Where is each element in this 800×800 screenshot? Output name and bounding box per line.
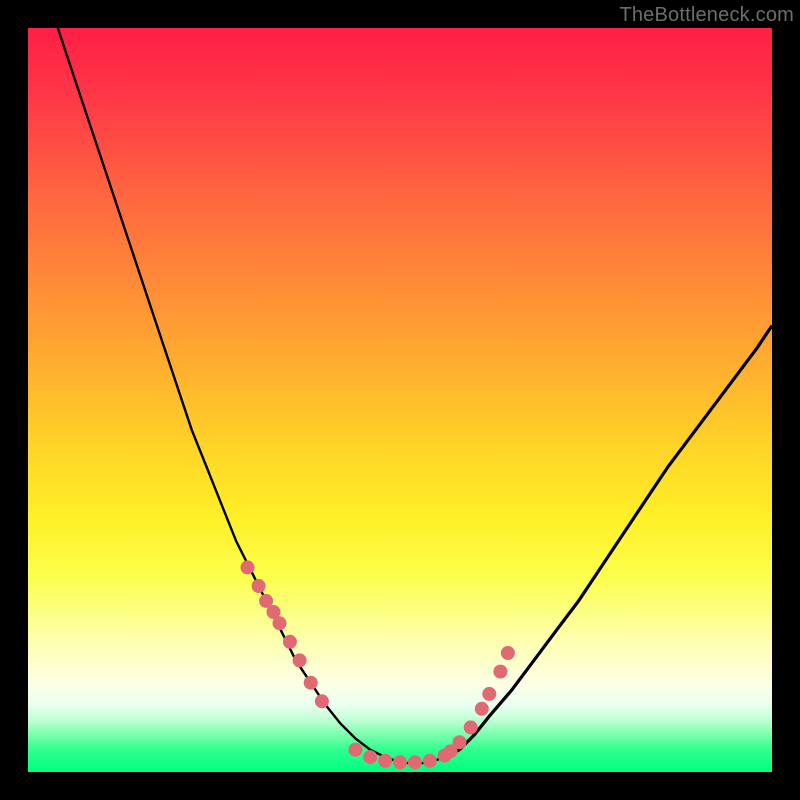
marker-dot — [363, 750, 377, 764]
chart-svg — [28, 28, 772, 772]
marker-dot — [241, 560, 255, 574]
marker-dot — [393, 755, 407, 769]
marker-dot — [293, 653, 307, 667]
bottleneck-curve — [58, 28, 772, 764]
marker-dot — [501, 646, 515, 660]
watermark-text: TheBottleneck.com — [619, 4, 794, 27]
marker-dot — [453, 735, 467, 749]
marker-dot — [348, 743, 362, 757]
marker-dot — [464, 720, 478, 734]
marker-dot — [482, 687, 496, 701]
marker-dot — [252, 579, 266, 593]
marker-dot — [475, 702, 489, 716]
marker-dot — [273, 616, 287, 630]
marker-dot — [423, 754, 437, 768]
marker-dot — [315, 694, 329, 708]
outer-frame: TheBottleneck.com — [0, 0, 800, 800]
plot-area — [28, 28, 772, 772]
marker-dot — [378, 754, 392, 768]
marker-dot — [283, 635, 297, 649]
marker-dot — [304, 676, 318, 690]
marker-dot — [408, 755, 422, 769]
highlight-dots — [241, 560, 515, 769]
marker-dot — [493, 665, 507, 679]
